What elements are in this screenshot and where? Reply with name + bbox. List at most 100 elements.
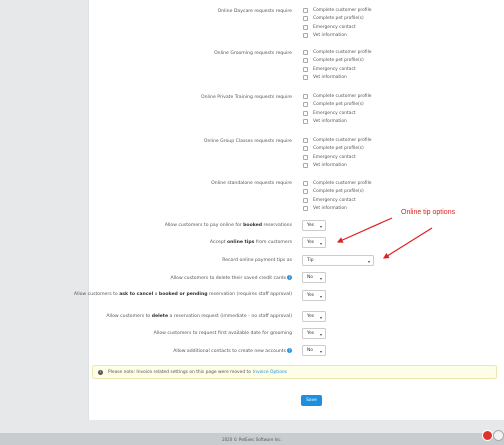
checkbox-row[interactable]: Complete pet profile(s): [303, 145, 372, 154]
payment-tip-select[interactable]: Tip ▾: [302, 255, 374, 266]
select-value: Yes: [307, 314, 315, 319]
checkbox-row[interactable]: Complete customer profile: [303, 179, 372, 188]
note-text: Please note: Invoice related settings on…: [108, 369, 251, 375]
checkbox[interactable]: [303, 93, 308, 99]
checkbox[interactable]: [303, 163, 308, 169]
checkbox[interactable]: [303, 137, 308, 143]
chat-icon[interactable]: [482, 430, 493, 441]
select-value: Yes: [307, 223, 315, 228]
delete-request-label: Allow customers to delete a reservation …: [106, 314, 292, 319]
checkbox-row[interactable]: Complete customer profile: [303, 92, 372, 101]
group-classes-requirements-label: Online Group Classes requests require: [203, 139, 292, 144]
checkbox[interactable]: [303, 110, 308, 116]
caret-down-icon: ▾: [319, 332, 322, 337]
save-button[interactable]: Save: [301, 395, 322, 406]
checkbox-row[interactable]: Vet information: [303, 32, 372, 41]
label-bold: ask to cancel: [119, 292, 154, 297]
checkbox-label: Emergency contact: [313, 66, 356, 72]
checkbox-row[interactable]: Complete customer profile: [303, 6, 372, 15]
checkbox[interactable]: [303, 119, 308, 125]
checkbox[interactable]: [303, 189, 308, 195]
checkbox-label: Emergency contact: [313, 110, 356, 116]
select-value: No: [307, 275, 313, 280]
select-value: Tip: [307, 258, 314, 263]
label-text: reservation (requires staff approval): [207, 292, 292, 297]
checkbox-row[interactable]: Vet information: [303, 205, 372, 214]
ask-cancel-label: Allow customers to ask to cancel a booke…: [72, 292, 292, 298]
delete-cards-select[interactable]: No ▾: [302, 272, 326, 283]
checkbox-row[interactable]: Emergency contact: [303, 65, 372, 74]
checkbox-row[interactable]: Complete pet profile(s): [303, 57, 372, 66]
additional-contacts-label: Allow additional contacts to create new …: [173, 348, 292, 354]
grooming-requirements-label: Online Grooming requests require: [214, 51, 292, 56]
caret-down-icon: ▾: [319, 294, 322, 299]
standalone-requirements-label: Online standalone requests require: [211, 181, 292, 186]
checkbox[interactable]: [303, 146, 308, 152]
label-text: Allow customers to: [106, 314, 152, 319]
checkbox-label: Emergency contact: [313, 197, 356, 203]
payment-tip-label: Record online payment tips as: [222, 258, 292, 263]
help-icon[interactable]: ?: [287, 348, 292, 353]
label-text: a reservation request (immediate - no st…: [168, 314, 292, 319]
checkbox[interactable]: [303, 154, 308, 160]
first-available-label: Allow customers to request first availab…: [153, 331, 292, 336]
checkbox-label: Vet information: [313, 163, 347, 169]
checkbox[interactable]: [303, 180, 308, 186]
checkbox-label: Vet information: [313, 119, 347, 125]
checkbox[interactable]: [303, 66, 308, 72]
checkbox[interactable]: [303, 102, 308, 108]
checkbox[interactable]: [303, 206, 308, 212]
checkbox-row[interactable]: Emergency contact: [303, 109, 372, 118]
checkbox-label: Vet information: [313, 206, 347, 212]
checkbox-row[interactable]: Vet information: [303, 74, 372, 83]
checkbox-row[interactable]: Emergency contact: [303, 153, 372, 162]
accept-tips-select[interactable]: Yes ▾: [302, 237, 326, 248]
checkbox-label: Complete customer profile: [313, 180, 372, 186]
additional-contacts-select[interactable]: No ▾: [302, 345, 326, 356]
label-text: Allow additional contacts to create new …: [173, 349, 286, 354]
label-text: Allow customers to delete their saved cr…: [170, 276, 286, 281]
checkbox-row[interactable]: Vet information: [303, 162, 372, 171]
checkbox-label: Complete customer profile: [313, 49, 372, 55]
help-icon[interactable]: ?: [287, 275, 292, 280]
caret-down-icon: ▾: [319, 276, 322, 281]
checkbox[interactable]: [303, 197, 308, 203]
invoice-options-link[interactable]: Invoice Options: [253, 370, 287, 375]
pay-booked-label: Allow customers to pay online for booked…: [165, 223, 292, 228]
checkbox[interactable]: [303, 24, 308, 30]
checkbox-label: Complete pet profile(s): [313, 16, 364, 22]
checkbox[interactable]: [303, 33, 308, 39]
checkbox-row[interactable]: Vet information: [303, 118, 372, 127]
first-available-select[interactable]: Yes ▾: [302, 328, 326, 339]
help-widget-icon[interactable]: [493, 430, 504, 441]
checkbox-row[interactable]: Complete pet profile(s): [303, 101, 372, 110]
checkbox-label: Emergency contact: [313, 154, 356, 160]
left-gutter: [0, 0, 88, 430]
label-text: Allow customers to pay online for: [164, 223, 244, 228]
checkbox-row[interactable]: Emergency contact: [303, 196, 372, 205]
select-value: No: [307, 348, 313, 353]
checkbox-row[interactable]: Complete pet profile(s): [303, 15, 372, 24]
delete-cards-label: Allow customers to delete their saved cr…: [170, 275, 292, 281]
select-value: Yes: [307, 240, 315, 245]
checkbox[interactable]: [303, 7, 308, 13]
checkbox-label: Vet information: [313, 33, 347, 39]
delete-request-select[interactable]: Yes ▾: [302, 311, 326, 322]
checkbox-row[interactable]: Complete customer profile: [303, 48, 372, 57]
daycare-requirements-label: Online Daycare requests require: [217, 9, 292, 14]
checkbox-label: Complete customer profile: [313, 93, 372, 99]
checkbox-row[interactable]: Complete pet profile(s): [303, 188, 372, 197]
pay-booked-select[interactable]: Yes ▾: [302, 220, 326, 231]
checkbox[interactable]: [303, 16, 308, 22]
annotation-label: Online tip options: [401, 209, 456, 216]
ask-cancel-select[interactable]: Yes ▾: [302, 290, 326, 301]
checkbox[interactable]: [303, 75, 308, 81]
checkbox[interactable]: [303, 58, 308, 64]
checkbox-row[interactable]: Emergency contact: [303, 23, 372, 32]
checkbox[interactable]: [303, 49, 308, 55]
info-note: i Please note: Invoice related settings …: [92, 365, 497, 379]
label-text: from customers: [254, 240, 292, 245]
checkbox-row[interactable]: Complete customer profile: [303, 136, 372, 145]
checkbox-label: Complete pet profile(s): [313, 189, 364, 195]
private-training-checkbox-list: Complete customer profile Complete pet p…: [303, 92, 372, 126]
